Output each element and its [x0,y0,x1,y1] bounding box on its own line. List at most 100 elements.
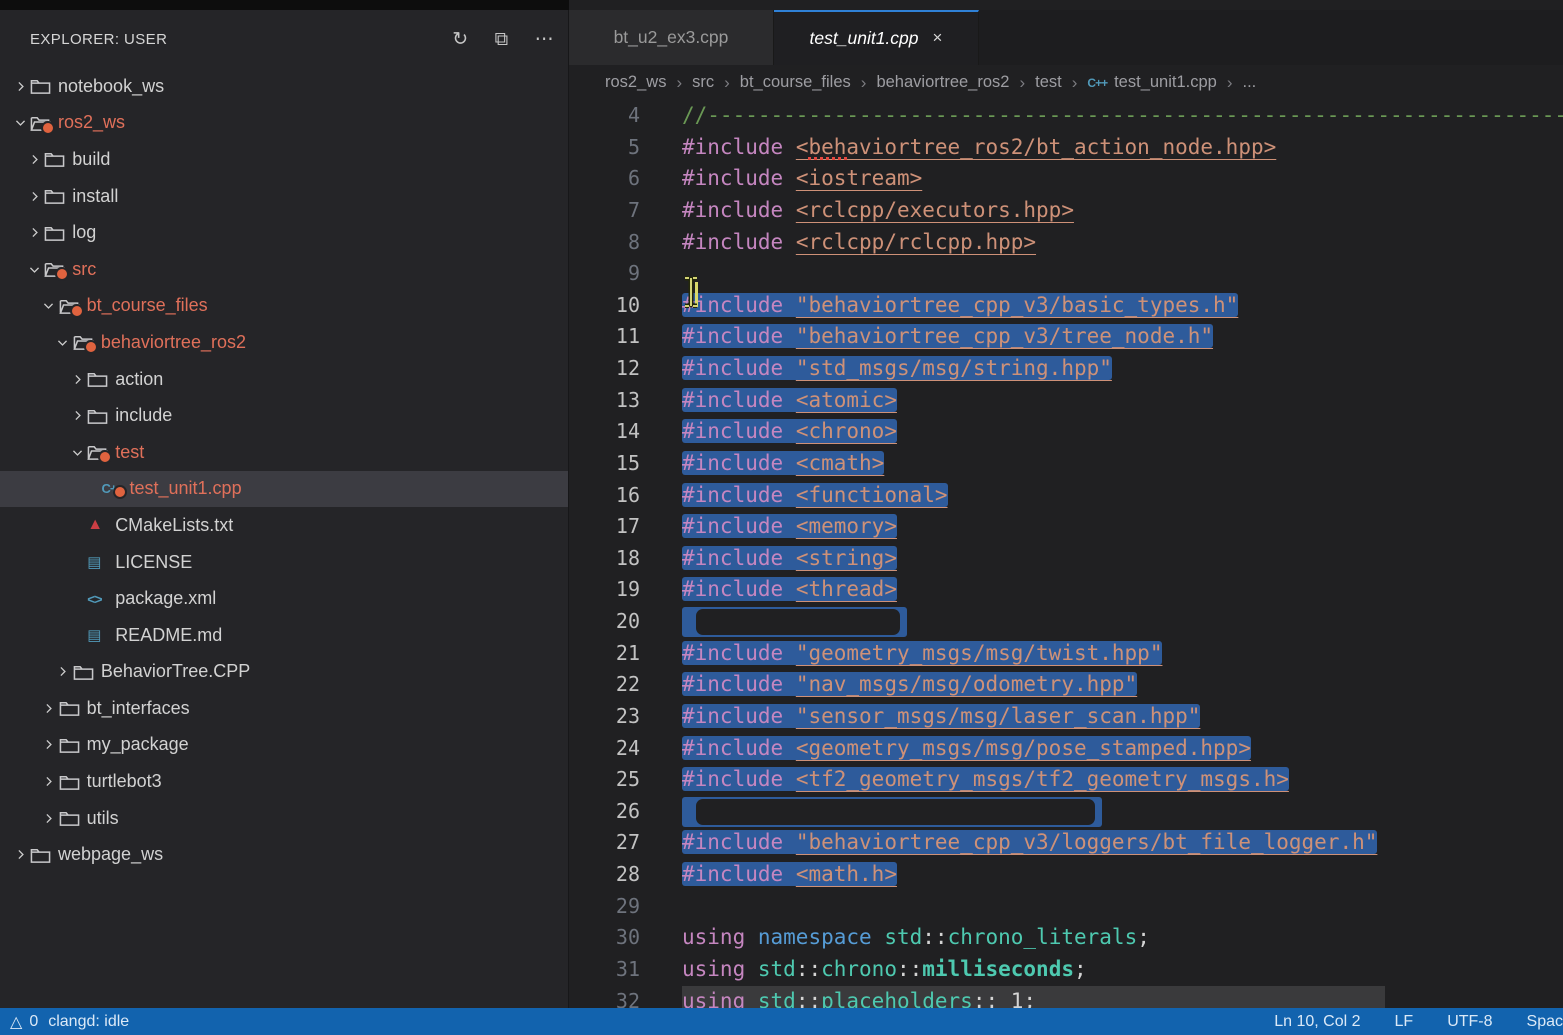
tree-item-readme-md[interactable]: ▤README.md [0,617,568,654]
code-line-6[interactable]: 6#include <iostream> [569,163,1563,195]
breadcrumb-item-behaviortree_ros2[interactable]: behaviortree_ros2 [876,73,1009,92]
tree-item-my-package[interactable]: my_package [0,727,568,764]
code-line-4[interactable]: 4//-------------------------------------… [569,100,1563,132]
line-content: #include "behaviortree_cpp_v3/tree_node.… [682,321,1213,353]
tree-item-build[interactable]: build [0,141,568,178]
code-line-20[interactable]: 20 [569,606,1563,638]
encoding-indicator[interactable]: UTF-8 [1447,1013,1492,1031]
chevron-right-icon[interactable] [39,738,59,751]
chevron-right-icon[interactable] [67,373,87,386]
chevron-down-icon[interactable] [24,263,44,276]
code-line-25[interactable]: 25#include <tf2_geometry_msgs/tf2_geomet… [569,764,1563,796]
eol-indicator[interactable]: LF [1395,1013,1414,1031]
tree-item-ros2-ws[interactable]: ros2_ws [0,105,568,142]
tree-item-action[interactable]: action [0,361,568,398]
chevron-down-icon[interactable] [10,116,30,129]
tree-item-label: ros2_ws [58,112,125,133]
modified-badge [41,121,55,135]
chevron-right-icon[interactable] [24,153,44,166]
line-content: using namespace std::chrono_literals; [682,922,1150,954]
code-line-8[interactable]: 8#include <rclcpp/rclcpp.hpp> [569,227,1563,259]
code-line-32[interactable]: 32using std::placeholders::_1; [569,986,1563,1009]
tree-item-turtlebot3[interactable]: turtlebot3 [0,763,568,800]
code-line-18[interactable]: 18#include <string> [569,543,1563,575]
code-line-21[interactable]: 21#include "geometry_msgs/msg/twist.hpp" [569,638,1563,670]
tree-item-cmakelists-txt[interactable]: ▲CMakeLists.txt [0,507,568,544]
xml-file-icon: <> [87,591,101,607]
code-line-16[interactable]: 16#include <functional> [569,480,1563,512]
chevron-right-icon[interactable] [53,665,73,678]
close-icon[interactable]: × [933,28,943,48]
breadcrumb-item-bt_course_files[interactable]: bt_course_files [740,73,851,92]
chevron-down-icon[interactable] [53,336,73,349]
line-content: #include <cmath> [682,448,884,480]
code-line-15[interactable]: 15#include <cmath> [569,448,1563,480]
editor-group: bt_u2_ex3.cpptest_unit1.cpp× ros2_ws›src… [569,0,1563,1035]
cursor-position[interactable]: Ln 10, Col 2 [1274,1013,1360,1031]
chevron-right-icon[interactable] [24,190,44,203]
line-number: 13 [569,385,640,417]
tree-item-behaviortree-ros2[interactable]: behaviortree_ros2 [0,324,568,361]
code-line-13[interactable]: 13#include <atomic> [569,385,1563,417]
refresh-icon[interactable]: ↻ [452,30,468,49]
breadcrumb-item-ros2_ws[interactable]: ros2_ws [605,73,666,92]
breadcrumb-item-file[interactable]: C++test_unit1.cpp [1087,73,1216,92]
code-line-10[interactable]: 10#include "behaviortree_cpp_v3/basic_ty… [569,290,1563,322]
code-line-12[interactable]: 12#include "std_msgs/msg/string.hpp" [569,353,1563,385]
problems-indicator[interactable]: △ 0 [10,1012,38,1032]
tree-item-utils[interactable]: utils [0,800,568,837]
code-line-30[interactable]: 30using namespace std::chrono_literals; [569,922,1563,954]
chevron-right-icon[interactable] [39,702,59,715]
chevron-right-icon[interactable] [39,775,59,788]
clangd-status[interactable]: clangd: idle [48,1013,129,1031]
tree-item-bt-course-files[interactable]: bt_course_files [0,288,568,325]
selection-empty-line [682,607,907,637]
code-line-28[interactable]: 28#include <math.h> [569,859,1563,891]
chevron-right-icon[interactable] [39,812,59,825]
code-line-27[interactable]: 27#include "behaviortree_cpp_v3/loggers/… [569,827,1563,859]
code-line-29[interactable]: 29 [569,891,1563,923]
tab-test-unit1-cpp[interactable]: test_unit1.cpp× [774,10,979,65]
tree-item-notebook-ws[interactable]: notebook_ws [0,68,568,105]
breadcrumb-overflow[interactable]: ... [1243,73,1257,92]
chevron-right-icon[interactable] [67,409,87,422]
tree-item-test-unit1-cpp[interactable]: C++test_unit1.cpp [0,471,568,508]
tree-item-bt-interfaces[interactable]: bt_interfaces [0,690,568,727]
tree-item-test[interactable]: test [0,434,568,471]
code-line-23[interactable]: 23#include "sensor_msgs/msg/laser_scan.h… [569,701,1563,733]
line-content: #include <behaviortree_ros2/bt_action_no… [682,132,1276,164]
code-line-22[interactable]: 22#include "nav_msgs/msg/odometry.hpp" [569,669,1563,701]
code-line-7[interactable]: 7#include <rclcpp/executors.hpp> [569,195,1563,227]
code-line-19[interactable]: 19#include <thread> [569,574,1563,606]
chevron-down-icon[interactable] [39,299,59,312]
tree-item-log[interactable]: log [0,214,568,251]
tab-bt-u2-ex3-cpp[interactable]: bt_u2_ex3.cpp [569,10,774,65]
tree-item-label: turtlebot3 [87,771,162,792]
collapse-folders-icon[interactable]: ⧉ [495,30,509,49]
code-line-17[interactable]: 17#include <memory> [569,511,1563,543]
chevron-right-icon[interactable] [24,226,44,239]
more-actions-icon[interactable]: ⋯ [535,30,554,49]
code-editor[interactable]: 4//-------------------------------------… [569,100,1563,1008]
tree-item-include[interactable]: include [0,397,568,434]
tree-item-webpage-ws[interactable]: webpage_ws [0,836,568,873]
tree-item-src[interactable]: src [0,251,568,288]
code-line-9[interactable]: 9 [569,258,1563,290]
code-line-24[interactable]: 24#include <geometry_msgs/msg/pose_stamp… [569,733,1563,765]
code-line-14[interactable]: 14#include <chrono> [569,416,1563,448]
tree-item-package-xml[interactable]: <>package.xml [0,580,568,617]
code-line-5[interactable]: 5#include <behaviortree_ros2/bt_action_n… [569,132,1563,164]
indentation-indicator[interactable]: Spac [1527,1013,1563,1031]
code-line-31[interactable]: 31using std::chrono::milliseconds; [569,954,1563,986]
breadcrumb-item-test[interactable]: test [1035,73,1062,92]
line-number: 14 [569,416,640,448]
breadcrumb-item-src[interactable]: src [692,73,714,92]
tree-item-install[interactable]: install [0,178,568,215]
tree-item-behaviortree-cpp[interactable]: BehaviorTree.CPP [0,654,568,691]
chevron-down-icon[interactable] [67,446,87,459]
chevron-right-icon[interactable] [10,848,30,861]
chevron-right-icon[interactable] [10,80,30,93]
code-line-11[interactable]: 11#include "behaviortree_cpp_v3/tree_nod… [569,321,1563,353]
tree-item-license[interactable]: ▤LICENSE [0,544,568,581]
code-line-26[interactable]: 26 [569,796,1563,828]
